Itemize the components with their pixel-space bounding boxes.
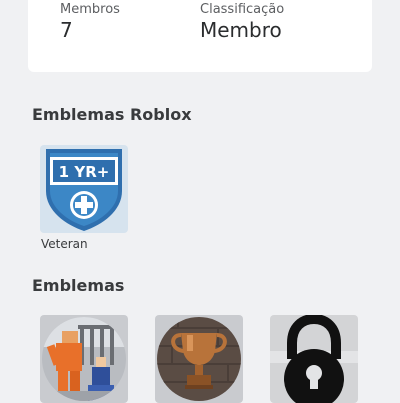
- badge-item[interactable]: [155, 315, 243, 403]
- badges-title: Emblemas: [32, 276, 125, 295]
- members-count: 7: [60, 18, 73, 42]
- padlock-badge-icon: [270, 315, 358, 403]
- veteran-badge[interactable]: 1 YR+: [40, 145, 128, 233]
- members-label: Membros: [60, 2, 120, 17]
- rank-value: Membro: [200, 18, 282, 42]
- badge-item[interactable]: [270, 315, 358, 403]
- veteran-badge-name: Veteran: [41, 237, 88, 251]
- badge-item[interactable]: [40, 315, 128, 403]
- roblox-badges-title: Emblemas Roblox: [32, 105, 192, 124]
- veteran-shield-icon: 1 YR+: [46, 149, 122, 231]
- trophy-badge-icon: [157, 317, 241, 401]
- prison-escape-badge-icon: [42, 317, 126, 401]
- veteran-badge-text: 1 YR+: [59, 163, 110, 181]
- rank-label: Classificação: [200, 2, 285, 17]
- group-stats-card: Membros 7 Classificação Membro: [28, 0, 372, 72]
